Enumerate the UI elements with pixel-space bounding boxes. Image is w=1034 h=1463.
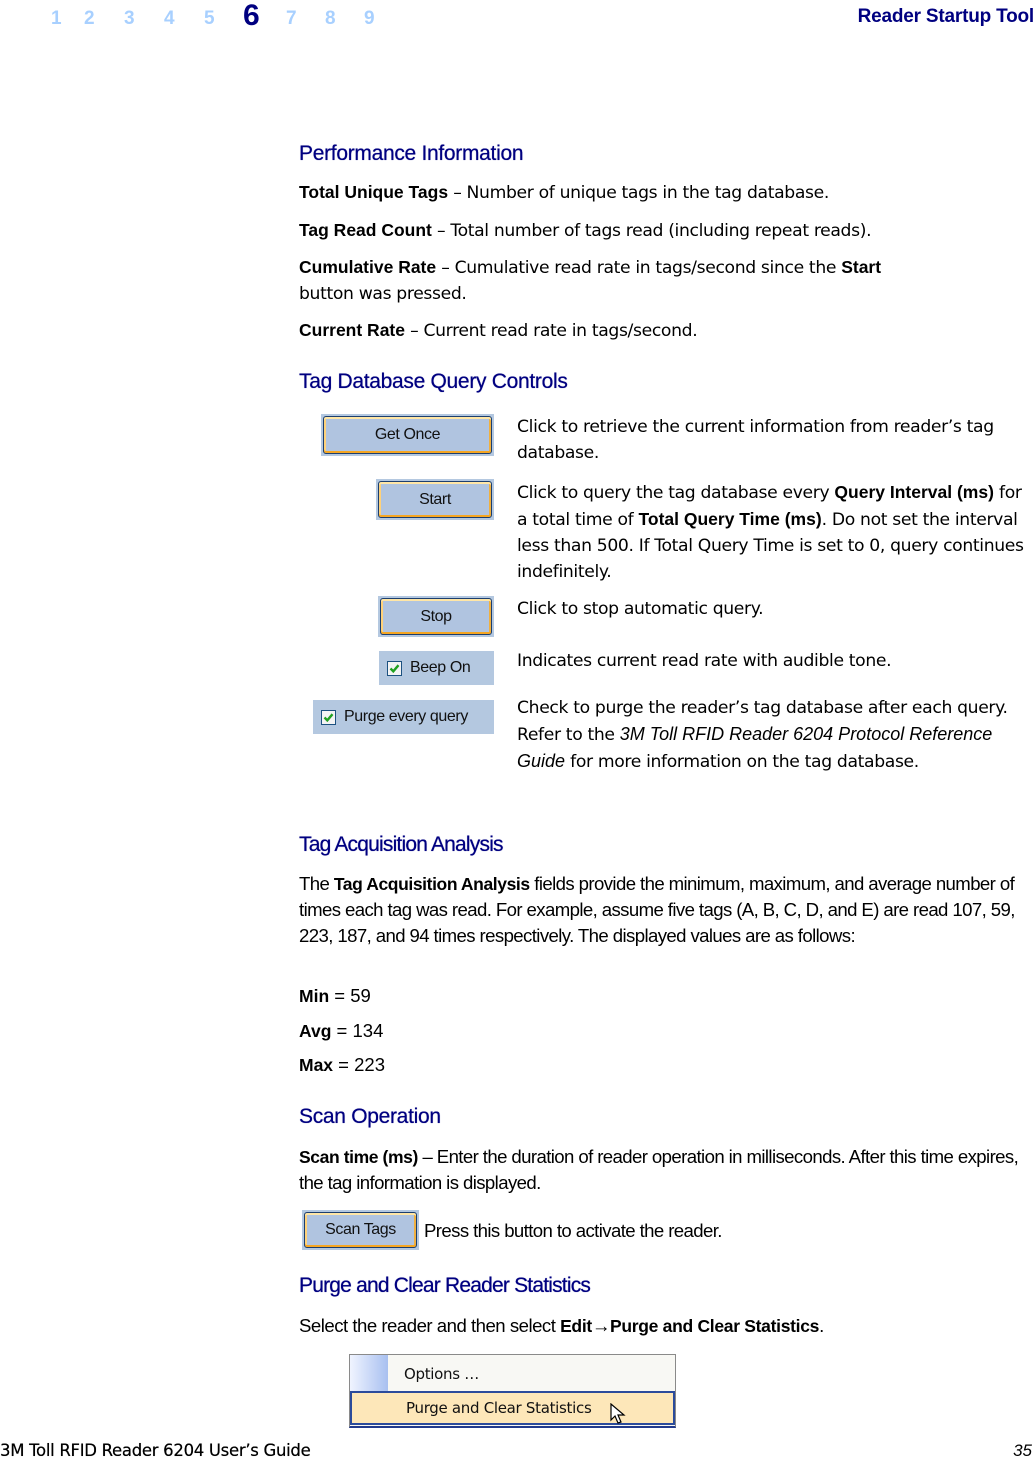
running-title: Reader Startup Tool [857, 6, 1034, 27]
desc-text: Click to query the tag database every [517, 483, 835, 503]
instruction-text: Select the reader and then select [299, 1315, 561, 1336]
definition-text: – Total number of tags read (including r… [431, 221, 872, 241]
stat-avg: Avg = 134 [299, 1018, 1029, 1044]
start-button-frame: Start [376, 479, 494, 520]
arrow-right-icon: → [591, 1315, 611, 1336]
start-button[interactable]: Start [378, 481, 492, 518]
chapter-link-2[interactable]: 2 [84, 4, 95, 34]
menu-item-purge-and-clear-statistics[interactable]: Purge and Clear Statistics [350, 1391, 675, 1425]
beep-on-checkbox[interactable]: Beep On [379, 651, 494, 685]
stat-min: Min = 59 [299, 983, 1029, 1009]
section-heading-performance: Performance Information [299, 142, 524, 165]
menu-item-options[interactable]: Options … [350, 1357, 675, 1391]
term-tag-acquisition-analysis: Tag Acquisition Analysis [333, 874, 530, 894]
term: Current Rate [299, 320, 405, 340]
purge-every-query-checkbox[interactable]: Purge every query [313, 700, 494, 734]
page-number: 35 [1013, 1441, 1032, 1460]
section-heading-purge-clear: Purge and Clear Reader Statistics [299, 1274, 591, 1297]
term: Total Unique Tags [299, 182, 449, 202]
section-heading-scan: Scan Operation [299, 1105, 441, 1128]
chapter-link-3[interactable]: 3 [124, 4, 135, 34]
definition-text: – Number of unique tags in the tag datab… [448, 183, 829, 203]
term-start: Start [841, 257, 882, 277]
menu-path-edit: Edit [560, 1316, 592, 1336]
chapter-link-4[interactable]: 4 [164, 4, 175, 34]
definition-current-rate: Current Rate – Current read rate in tags… [299, 317, 1029, 344]
stop-description: Click to stop automatic query. [517, 599, 764, 619]
term-total-query-time: Total Query Time (ms) [638, 509, 822, 529]
term-query-interval: Query Interval (ms) [834, 482, 994, 502]
definition-total-unique-tags: Total Unique Tags – Number of unique tag… [299, 179, 1029, 206]
section-heading-query-controls: Tag Database Query Controls [299, 370, 568, 393]
edit-menu-screenshot: Options … Purge and Clear Statistics [349, 1354, 676, 1428]
chapter-link-8[interactable]: 8 [325, 4, 336, 34]
stat-max: Max = 223 [299, 1052, 1029, 1078]
menu-item-label: Purge and Clear Statistics [406, 1399, 592, 1417]
purge-every-query-description: Check to purge the reader’s tag database… [517, 695, 1027, 775]
term: Cumulative Rate [299, 257, 437, 277]
definition-text-cont: button was pressed. [299, 284, 467, 304]
definition-tag-read-count: Tag Read Count – Total number of tags re… [299, 217, 1029, 244]
chapter-link-1[interactable]: 1 [51, 4, 62, 34]
stop-button-frame: Stop [378, 596, 494, 637]
get-once-description: Click to retrieve the current informatio… [517, 417, 994, 463]
term-scan-time: Scan time (ms) [299, 1147, 418, 1167]
stat-value: = 134 [331, 1020, 384, 1041]
mouse-cursor-icon [610, 1402, 626, 1429]
scan-tags-button[interactable]: Scan Tags [304, 1212, 417, 1248]
definition-text: – Current read rate in tags/second. [405, 321, 698, 341]
section-heading-acquisition: Tag Acquisition Analysis [299, 833, 504, 856]
stat-value: = 223 [333, 1054, 385, 1075]
scan-tags-description: Press this button to activate the reader… [424, 1220, 722, 1241]
chapter-link-9[interactable]: 9 [364, 4, 375, 34]
checkbox-label: Beep On [410, 659, 471, 676]
chapter-link-5[interactable]: 5 [204, 4, 215, 34]
scan-tags-button-frame: Scan Tags [302, 1210, 419, 1250]
acquisition-intro: The Tag Acquisition Analysis fields prov… [299, 871, 1034, 949]
purge-clear-instruction: Select the reader and then select Edit→P… [299, 1313, 1029, 1339]
get-once-button[interactable]: Get Once [323, 416, 492, 454]
stat-value: = 59 [329, 985, 371, 1006]
definition-cumulative-rate: Cumulative Rate – Cumulative read rate i… [299, 254, 999, 307]
stat-label: Max [299, 1055, 334, 1075]
checkbox-checked-icon [321, 709, 336, 725]
get-once-button-frame: Get Once [321, 414, 494, 456]
start-description: Click to query the tag database every Qu… [517, 479, 1032, 585]
desc-text: for more information on the tag database… [565, 752, 919, 772]
term: Tag Read Count [299, 220, 432, 240]
checkbox-label: Purge every query [344, 708, 468, 725]
definition-text: – Cumulative read rate in tags/second si… [436, 258, 842, 278]
menu-path-purge-clear: Purge and Clear Statistics [610, 1316, 820, 1336]
stat-label: Min [299, 986, 330, 1006]
instruction-text: . [819, 1315, 824, 1336]
chapter-link-7[interactable]: 7 [286, 4, 297, 34]
scan-time-definition: Scan time (ms) – Enter the duration of r… [299, 1144, 1034, 1196]
checkbox-checked-icon [387, 660, 402, 676]
chapter-link-6-active[interactable]: 6 [243, 1, 260, 31]
beep-on-description: Indicates current read rate with audible… [517, 651, 892, 671]
stop-button[interactable]: Stop [380, 598, 492, 635]
intro-text: The [299, 873, 334, 894]
stat-label: Avg [299, 1021, 332, 1041]
footer-guide-title: 3M Toll RFID Reader 6204 User’s Guide [0, 1441, 311, 1460]
